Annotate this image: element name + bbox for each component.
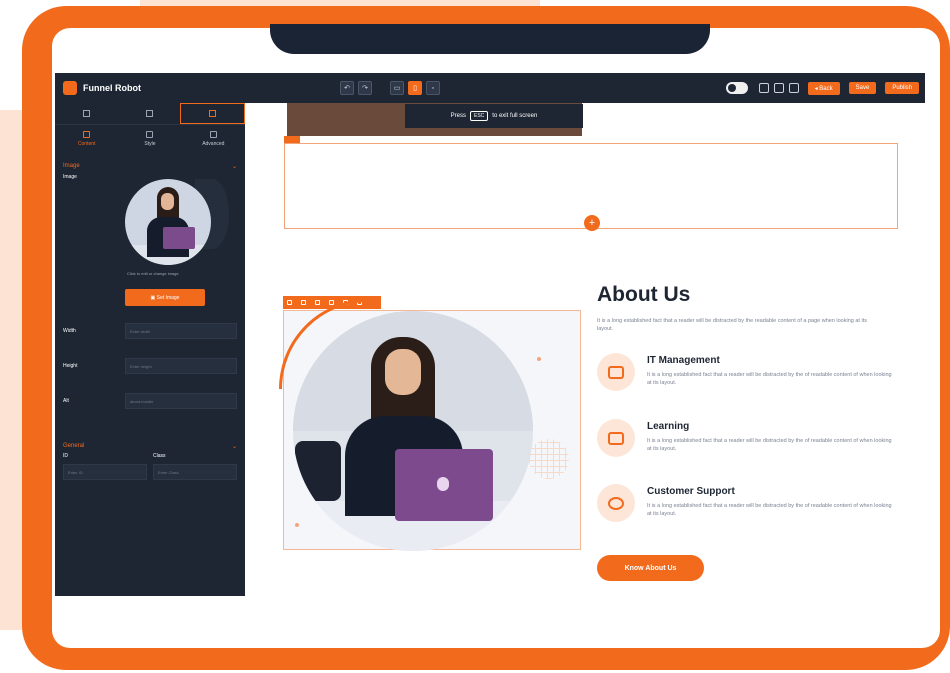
plus-icon: +: [588, 217, 596, 229]
feature-description: It is a long established fact that a rea…: [647, 503, 892, 517]
copy-icon[interactable]: [315, 300, 320, 305]
apple-logo-icon: [437, 477, 449, 491]
desktop-view-button[interactable]: ▭: [390, 81, 404, 95]
move-icon[interactable]: [287, 300, 292, 305]
alt-label: Alt: [63, 398, 69, 404]
feature-description: It is a long established fact that a rea…: [647, 372, 892, 386]
feature-item: IT Management It is a long established f…: [597, 353, 897, 403]
tab-elements[interactable]: [118, 103, 181, 124]
tab-content-label: Content: [77, 141, 96, 147]
fullscreen-tooltip: Press ESC to exit full screen: [405, 104, 583, 128]
decorative-dot: [537, 357, 541, 361]
feature-title: Customer Support: [647, 486, 735, 497]
book-icon: [597, 419, 635, 457]
mobile-preview-icon[interactable]: [758, 83, 769, 93]
publish-button[interactable]: Publish: [885, 82, 919, 94]
width-label: Width: [63, 328, 76, 334]
save-button[interactable]: Save: [848, 82, 877, 94]
elements-icon: [145, 110, 153, 117]
settings-sidebar: Content Style Advanced Image ⌄ Image Cli…: [55, 103, 246, 596]
class-label: Class: [153, 453, 166, 459]
chevron-down-icon: ⌄: [231, 164, 237, 170]
width-input[interactable]: Enter width: [125, 323, 237, 339]
edit-icon[interactable]: [301, 300, 306, 305]
tab-settings[interactable]: [180, 103, 246, 124]
tablet-preview-icon[interactable]: [773, 83, 784, 93]
id-input[interactable]: Enter ID: [63, 464, 147, 480]
image-section-header[interactable]: Image ⌄: [55, 153, 245, 174]
general-labels: ID Class: [63, 453, 237, 459]
set-image-label: Set Image: [156, 294, 180, 301]
chevron-down-icon: ⌄: [231, 444, 237, 450]
tooltip-text-post: to exit full screen: [492, 113, 538, 119]
decorative-grid-circle: [529, 439, 569, 479]
tablet-notch: [270, 24, 710, 54]
tab-layers[interactable]: [55, 103, 118, 124]
brush-icon: [146, 131, 154, 138]
sidebar-sub-tabs: Content Style Advanced: [55, 125, 245, 153]
image-section-title: Image: [63, 163, 80, 169]
set-image-button[interactable]: ▣ Set Image: [125, 289, 205, 306]
height-row: Height Enter height: [63, 358, 237, 374]
tab-advanced[interactable]: Advanced: [182, 125, 245, 153]
height-label: Height: [63, 363, 78, 369]
toolbar-center: ↶ ↷ ▭ ▯ ▫: [340, 81, 440, 95]
feature-title: Learning: [647, 421, 690, 432]
tooltip-text-pre: Press: [450, 113, 467, 119]
undo-button[interactable]: ↶: [340, 81, 354, 95]
feature-description: It is a long established fact that a rea…: [647, 438, 892, 452]
tab-style-label: Style: [144, 141, 156, 147]
sidebar-top-tabs: [55, 103, 246, 125]
laptop-icon: [597, 353, 635, 391]
general-inputs: Enter ID Enter Class: [63, 464, 237, 480]
redo-button[interactable]: ↷: [358, 81, 372, 95]
about-title: About Us: [597, 283, 691, 306]
tab-content[interactable]: Content: [55, 125, 118, 153]
know-about-us-button[interactable]: Know About Us: [597, 555, 704, 581]
tablet-view-button[interactable]: ▯: [408, 81, 422, 95]
about-description: It is a long established fact that a rea…: [597, 318, 867, 332]
robot-logo-icon: [63, 81, 77, 95]
content-icon: [83, 131, 91, 138]
tab-advanced-label: Advanced: [202, 141, 225, 147]
back-button[interactable]: ◂ Back: [807, 81, 840, 95]
settings-icon: [209, 110, 217, 117]
general-section-header[interactable]: General ⌄: [55, 433, 245, 454]
decorative-dot: [295, 523, 299, 527]
alt-input[interactable]: about-bundle: [125, 393, 237, 409]
app-name: Funnel Robot: [83, 83, 141, 93]
general-section-title: General: [63, 443, 85, 449]
desktop-preview-icon[interactable]: [788, 83, 799, 93]
tab-style[interactable]: Style: [118, 125, 181, 153]
layers-icon: [82, 110, 90, 117]
about-photo[interactable]: [293, 311, 533, 551]
headset-icon: [597, 484, 635, 522]
feature-item: Learning It is a long established fact t…: [597, 419, 897, 469]
mobile-view-button[interactable]: ▫: [426, 81, 440, 95]
class-input[interactable]: Enter Class: [153, 464, 237, 480]
app-toolbar: Funnel Robot ↶ ↷ ▭ ▯ ▫ ◂ Back Save Publi…: [55, 73, 925, 103]
toolbar-right: ◂ Back Save Publish: [725, 81, 925, 95]
height-input[interactable]: Enter height: [125, 358, 237, 374]
add-section-button[interactable]: +: [584, 215, 600, 231]
alt-row: Alt about-bundle: [63, 393, 237, 409]
width-row: Width Enter width: [63, 323, 237, 339]
feature-title: IT Management: [647, 355, 720, 366]
image-preview[interactable]: [125, 179, 229, 265]
image-caption: Click to edit or change image: [127, 271, 179, 276]
logo[interactable]: Funnel Robot: [55, 81, 255, 95]
id-label: ID: [63, 453, 68, 459]
preview-photo: [125, 179, 211, 265]
editor-canvas[interactable]: Press ESC to exit full screen + About Us…: [245, 103, 925, 596]
esc-key: ESC: [470, 111, 489, 121]
feature-item: Customer Support It is a long establishe…: [597, 484, 897, 534]
arrow-up-icon[interactable]: [329, 300, 334, 305]
theme-toggle[interactable]: [725, 82, 748, 94]
advanced-icon: [209, 131, 217, 138]
